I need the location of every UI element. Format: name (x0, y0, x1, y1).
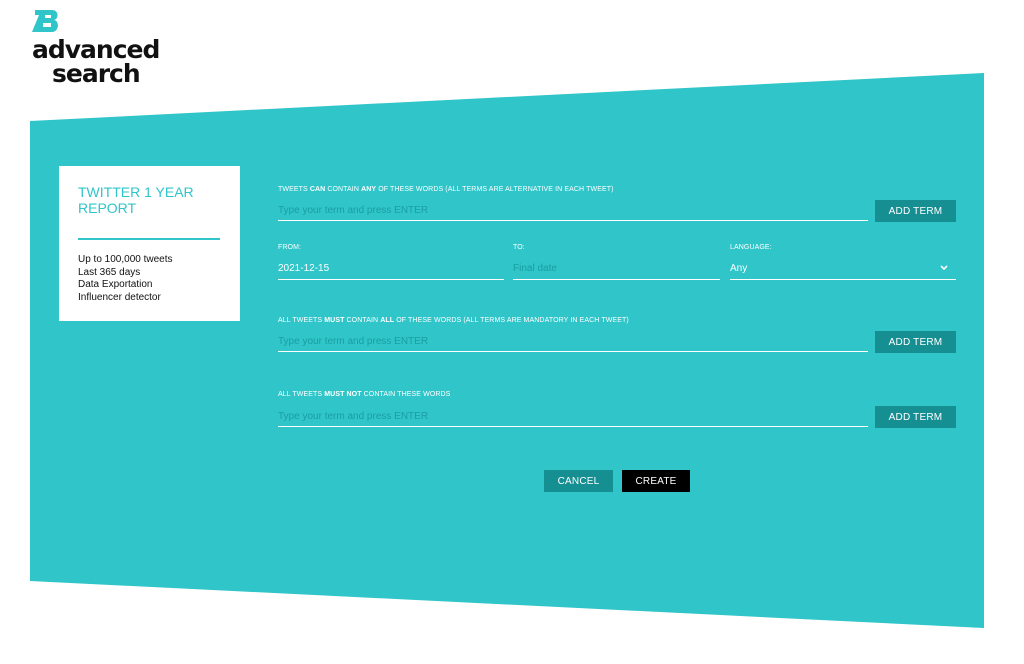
plan-feature: Up to 100,000 tweets (78, 254, 173, 265)
label-text: OF THESE WORDS (ALL TERMS ARE ALTERNATIV… (376, 186, 614, 193)
label-emphasis: CAN (309, 186, 326, 193)
label-text: CONTAIN (325, 186, 362, 193)
not-words-label: ALL TWEETS MUST NOT CONTAIN THESE WORDS (278, 391, 450, 398)
not-words-add-term-button[interactable]: ADD TERM (875, 406, 956, 428)
plan-card: TWITTER 1 YEAR REPORT Up to 100,000 twee… (59, 166, 240, 321)
page: advanced search TWITTER 1 YEAR REPORT Up… (0, 0, 1024, 664)
language-label: LANGUAGE: (730, 244, 772, 251)
from-date-input[interactable]: 2021-12-15 (278, 263, 504, 280)
any-words-label: TWEETS CAN CONTAIN ANY OF THESE WORDS (A… (278, 186, 614, 193)
chevron-down-icon (940, 265, 948, 271)
to-date-placeholder: Final date (513, 263, 557, 274)
label-text: CONTAIN (344, 317, 381, 324)
not-words-input[interactable] (278, 410, 868, 427)
all-words-input[interactable] (278, 335, 868, 352)
cancel-button[interactable]: CANCEL (544, 470, 613, 492)
label-text: CONTAIN THESE WORDS (361, 391, 451, 398)
plan-feature: Last 365 days (78, 266, 141, 278)
all-words-label: ALL TWEETS MUST CONTAIN ALL OF THESE WOR… (278, 317, 629, 324)
from-label: FROM: (278, 244, 302, 251)
language-value: Any (730, 263, 748, 274)
plan-feature: Influencer detector (78, 291, 161, 303)
all-words-add-term-button[interactable]: ADD TERM (875, 331, 956, 353)
to-date-input[interactable]: Final date (513, 263, 720, 280)
label-text: ALL TWEETS (278, 391, 325, 398)
plan-title: TWITTER 1 YEAR REPORT (78, 184, 194, 216)
label-emphasis: MUST (324, 317, 345, 324)
label-text: TWEETS (278, 186, 310, 193)
from-date-value: 2021-12-15 (278, 263, 330, 274)
label-text: OF THESE WORDS (ALL TERMS ARE MANDATORY … (394, 317, 629, 324)
language-select[interactable]: Any (730, 263, 956, 280)
label-text: ALL TWEETS (278, 317, 325, 324)
plan-features: Up to 100,000 tweets Last 365 days Data … (78, 254, 220, 304)
plan-feature: Data Exportation (78, 279, 153, 290)
plan-divider (78, 238, 220, 240)
to-label: TO: (513, 244, 525, 251)
label-emphasis: ANY (361, 186, 377, 193)
any-words-input[interactable] (278, 204, 868, 221)
label-emphasis: MUST NOT (324, 391, 362, 398)
label-emphasis: ALL (380, 317, 395, 324)
any-words-add-term-button[interactable]: ADD TERM (875, 200, 956, 222)
teal-background-panel (30, 73, 984, 628)
create-button[interactable]: CREATE (622, 470, 690, 492)
